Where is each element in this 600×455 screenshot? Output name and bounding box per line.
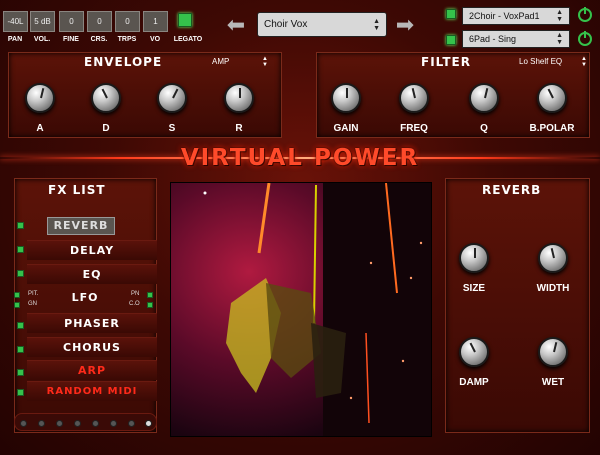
filter-title: FILTER <box>421 55 471 69</box>
fx-random-midi-button[interactable]: RANDOM MIDI <box>27 381 157 401</box>
layer2-select[interactable]: 6Pad - Sing ▲ ▼ <box>462 30 570 48</box>
envelope-title: ENVELOPE <box>84 55 163 69</box>
crs-label: CRS. <box>90 36 108 43</box>
lfo-pit-label: PIT. <box>28 291 39 297</box>
fx-page-indicator <box>14 413 157 431</box>
envelope-mode-select[interactable]: AMP ▲ ▼ <box>212 56 268 68</box>
freq-knob[interactable] <box>399 83 429 113</box>
sustain-knob[interactable] <box>157 83 187 113</box>
layer1-value: 2Choir - VoxPad1 <box>469 11 540 21</box>
page-dot[interactable] <box>74 420 81 427</box>
fx-eq-button[interactable]: EQ <box>27 264 157 284</box>
trps-label: TRPS <box>117 36 137 43</box>
fx-list-title: FX LIST <box>48 183 106 197</box>
vo-value[interactable]: 1 <box>143 11 168 32</box>
freq-label: FREQ <box>400 123 428 134</box>
arp-led[interactable] <box>17 369 24 376</box>
fine-value[interactable]: 0 <box>59 11 84 32</box>
reverb-panel <box>445 178 590 433</box>
vo-label: VO <box>149 36 161 43</box>
caret-updown-icon: ▲ ▼ <box>556 9 563 23</box>
caret-updown-icon: ▲ ▼ <box>373 17 380 32</box>
decay-knob[interactable] <box>91 83 121 113</box>
gain-label: GAIN <box>333 123 359 134</box>
random-midi-led[interactable] <box>17 389 24 396</box>
phaser-led[interactable] <box>17 322 24 329</box>
preset-value: Choir Vox <box>264 19 308 30</box>
page-dot[interactable] <box>20 420 27 427</box>
fx-phaser-button[interactable]: PHASER <box>27 313 157 333</box>
crs-value[interactable]: 0 <box>87 11 112 32</box>
fx-arp-button[interactable]: ARP <box>27 360 157 380</box>
fx-delay-button[interactable]: DELAY <box>27 240 157 260</box>
arrow-right-icon[interactable]: ➡ <box>393 14 417 36</box>
lfo-pn-led[interactable] <box>147 292 153 298</box>
attack-knob[interactable] <box>25 83 55 113</box>
lfo-gn-label: GN <box>28 301 37 307</box>
chorus-led[interactable] <box>17 346 24 353</box>
arrow-left-icon[interactable]: ⬅ <box>224 14 248 36</box>
fx-reverb-button[interactable]: REVERB <box>47 217 115 235</box>
wet-label: WET <box>541 377 565 388</box>
lfo-co-led[interactable] <box>147 302 153 308</box>
artwork-image <box>170 182 432 437</box>
attack-label: A <box>36 123 44 134</box>
fx-lfo-button[interactable]: LFO <box>50 288 120 308</box>
damp-label: DAMP <box>459 377 489 388</box>
size-label: SIZE <box>462 283 486 294</box>
size-knob[interactable] <box>459 243 489 273</box>
q-knob[interactable] <box>469 83 499 113</box>
fine-label: FINE <box>63 36 79 43</box>
page-dot[interactable] <box>110 420 117 427</box>
lfo-pn-label: PN <box>131 291 140 297</box>
eq-led[interactable] <box>17 270 24 277</box>
envelope-mode-value: AMP <box>212 57 230 66</box>
legato-toggle[interactable] <box>178 13 192 27</box>
release-knob[interactable] <box>224 83 254 113</box>
page-dot[interactable] <box>92 420 99 427</box>
delay-led[interactable] <box>17 246 24 253</box>
layer2-value: 6Pad - Sing <box>469 34 517 44</box>
legato-label: LEGATO <box>173 36 203 43</box>
decay-label: D <box>102 123 110 134</box>
layer1-select[interactable]: 2Choir - VoxPad1 ▲ ▼ <box>462 7 570 25</box>
layer1-led[interactable] <box>446 9 456 19</box>
page-dot[interactable] <box>38 420 45 427</box>
wet-knob[interactable] <box>538 337 568 367</box>
caret-updown-icon: ▲ ▼ <box>556 32 563 46</box>
filter-type-select[interactable]: Lo Shelf EQ ▲ ▼ <box>519 56 587 68</box>
width-knob[interactable] <box>538 243 568 273</box>
width-label: WIDTH <box>536 283 570 294</box>
filter-type-value: Lo Shelf EQ <box>519 57 563 66</box>
bpolar-label: B.POLAR <box>529 123 575 134</box>
trps-value[interactable]: 0 <box>115 11 140 32</box>
reverb-title: REVERB <box>482 183 542 197</box>
bpolar-knob[interactable] <box>537 83 567 113</box>
pan-label: PAN <box>7 36 23 43</box>
lfo-pit-led[interactable] <box>14 292 20 298</box>
vol-value[interactable]: 5 dB <box>30 11 55 32</box>
banner-title: VIRTUAL POWER <box>180 145 420 171</box>
q-label: Q <box>480 123 488 134</box>
reverb-led[interactable] <box>17 222 24 229</box>
page-dot-active[interactable] <box>145 420 152 427</box>
release-label: R <box>235 123 243 134</box>
pan-value[interactable]: -40L <box>3 11 28 32</box>
lfo-co-label: C.O <box>129 301 140 307</box>
fx-chorus-button[interactable]: CHORUS <box>27 337 157 357</box>
caret-updown-icon: ▲ ▼ <box>581 56 587 68</box>
sustain-label: S <box>168 123 176 134</box>
preset-select[interactable]: Choir Vox ▲ ▼ <box>257 12 387 37</box>
power-icon[interactable] <box>578 31 592 46</box>
damp-knob[interactable] <box>459 337 489 367</box>
layer2-led[interactable] <box>446 35 456 45</box>
vol-label: VOL. <box>33 36 51 43</box>
lfo-gn-led[interactable] <box>14 302 20 308</box>
page-dot[interactable] <box>56 420 63 427</box>
caret-updown-icon: ▲ ▼ <box>262 56 268 68</box>
gain-knob[interactable] <box>331 83 361 113</box>
power-icon[interactable] <box>578 7 592 22</box>
page-dot[interactable] <box>128 420 135 427</box>
